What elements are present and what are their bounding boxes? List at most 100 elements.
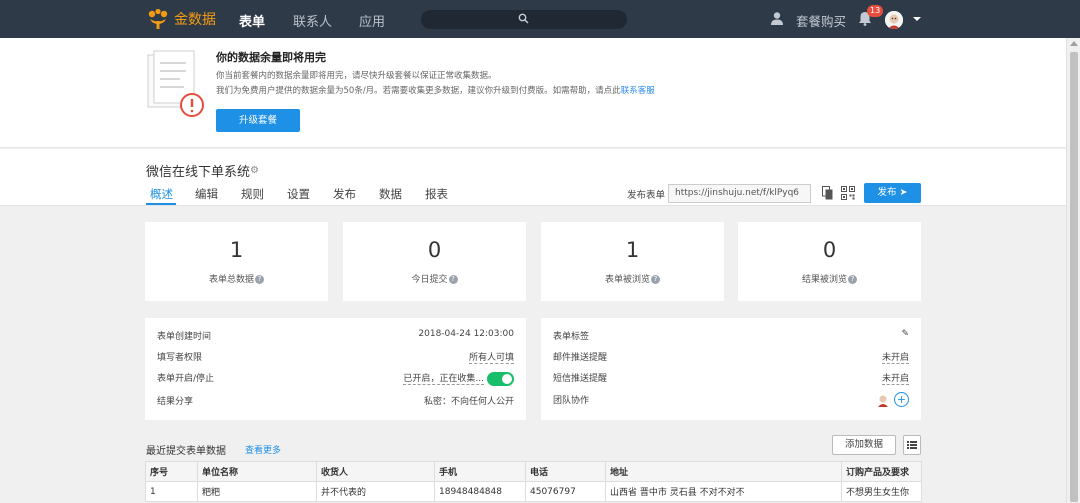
publish-url-field[interactable]: https://jinshuju.net/f/klPyq6 bbox=[668, 184, 811, 203]
nav-contacts[interactable]: 联系人 bbox=[293, 11, 332, 30]
info-key: 结果分享 bbox=[157, 397, 194, 407]
tab-rules[interactable]: 规则 bbox=[241, 186, 264, 202]
table-cell: 不想男生女生你 bbox=[841, 481, 922, 502]
scrollbar-thumb[interactable] bbox=[1070, 52, 1078, 502]
stat-card-form-views: 1 表单被浏览? bbox=[541, 222, 724, 301]
help-icon[interactable]: ? bbox=[255, 275, 264, 284]
copy-icon[interactable] bbox=[822, 186, 833, 200]
stat-value: 0 bbox=[822, 238, 837, 262]
info-row-created-time: 表单创建时间 2018-04-24 12:03:00 bbox=[157, 329, 514, 343]
search-input[interactable] bbox=[421, 10, 627, 29]
search-icon bbox=[518, 13, 529, 24]
top-nav: 金数据 表单 联系人 应用 套餐购买 13 bbox=[0, 0, 1080, 38]
active-tab-indicator bbox=[146, 203, 176, 205]
info-key: 表单标签 bbox=[553, 332, 590, 342]
table-cell: 18948484848 bbox=[434, 481, 526, 502]
logo-icon bbox=[148, 8, 168, 29]
info-key: 团队协作 bbox=[553, 396, 590, 406]
tab-edit[interactable]: 编辑 bbox=[195, 186, 218, 202]
form-settings-panel: 表单标签 ✎ 邮件推送提醒 未开启 短信推送提醒 未开启 团队协作 + bbox=[541, 318, 921, 420]
help-icon[interactable]: ? bbox=[448, 275, 458, 284]
table-cell: 并不代表的 bbox=[316, 481, 435, 502]
scroll-up-arrow-icon[interactable] bbox=[1070, 41, 1078, 46]
brand-logo[interactable]: 金数据 bbox=[146, 8, 216, 30]
contact-support-link[interactable]: 联系客服 bbox=[621, 86, 655, 96]
qr-code-icon[interactable] bbox=[841, 186, 855, 200]
info-row-result-share: 结果分享 私密：不向任何人公开 bbox=[157, 394, 514, 408]
column-header: 收货人 bbox=[316, 461, 435, 482]
column-settings-button[interactable] bbox=[903, 435, 921, 455]
stat-card-result-views: 0 结果被浏览? bbox=[738, 222, 921, 301]
column-header: 手机 bbox=[434, 461, 526, 482]
tab-overview[interactable]: 概述 bbox=[150, 186, 173, 202]
stat-label-row: 结果被浏览? bbox=[738, 272, 921, 285]
permission-link[interactable]: 所有人可填 bbox=[468, 350, 514, 364]
tab-reports[interactable]: 报表 bbox=[425, 186, 448, 202]
info-row-permission: 填写者权限 所有人可填 bbox=[157, 350, 514, 364]
table-cell: 粑粑 bbox=[197, 481, 317, 502]
stat-label-row: 今日提交? bbox=[343, 272, 526, 285]
publish-button[interactable]: 发布 ➤ bbox=[864, 183, 921, 203]
nav-apps[interactable]: 应用 bbox=[359, 11, 385, 30]
open-status: 已开启，正在收集... bbox=[403, 371, 514, 386]
vertical-scrollbar[interactable] bbox=[1066, 38, 1080, 503]
info-row-email-push: 邮件推送提醒 未开启 bbox=[553, 350, 909, 364]
info-key: 邮件推送提醒 bbox=[553, 353, 608, 363]
stat-value: 0 bbox=[427, 238, 442, 262]
publish-form-label: 发布表单 bbox=[627, 190, 666, 201]
info-key: 填写者权限 bbox=[157, 353, 203, 363]
recent-data-title: 最近提交表单数据 bbox=[146, 446, 226, 457]
info-key: 表单创建时间 bbox=[157, 332, 212, 342]
add-member-icon[interactable]: + bbox=[894, 392, 909, 407]
stat-card-today-submissions: 0 今日提交? bbox=[343, 222, 526, 301]
info-key: 短信推送提醒 bbox=[553, 374, 608, 384]
avatar-image-icon bbox=[885, 11, 903, 29]
avatar[interactable] bbox=[885, 11, 903, 29]
info-row-tags: 表单标签 ✎ bbox=[553, 329, 909, 343]
tab-publish[interactable]: 发布 bbox=[333, 186, 356, 202]
tab-data[interactable]: 数据 bbox=[379, 186, 402, 202]
email-push-status[interactable]: 未开启 bbox=[881, 350, 909, 364]
share-setting[interactable]: 私密：不向任何人公开 bbox=[424, 394, 514, 407]
info-key: 表单开启/停止 bbox=[157, 374, 215, 384]
pencil-icon[interactable]: ✎ bbox=[901, 329, 909, 339]
info-row-open-status: 表单开启/停止 已开启，正在收集... bbox=[157, 371, 514, 386]
open-status-text[interactable]: 已开启，正在收集... bbox=[403, 374, 484, 385]
gear-icon[interactable]: ⚙ bbox=[250, 165, 259, 176]
table-cell: 45076797 bbox=[525, 481, 606, 502]
view-more-link[interactable]: 查看更多 bbox=[245, 443, 281, 456]
notice-title: 你的数据余量即将用完 bbox=[216, 51, 326, 64]
help-icon[interactable]: ? bbox=[651, 275, 660, 284]
column-header: 订购产品及要求 bbox=[841, 461, 922, 482]
column-header: 地址 bbox=[605, 461, 842, 482]
column-header: 电话 bbox=[525, 461, 606, 482]
notice-line-1: 你当前套餐内的数据余量即将用完，请尽快升级套餐以保证正常收集数据。 bbox=[216, 71, 497, 81]
table-row[interactable]: 1 粑粑 并不代表的 18948484848 45076797 山西省 晋中市 … bbox=[145, 481, 922, 502]
stat-label-row: 表单总数据? bbox=[145, 272, 328, 285]
form-title: 微信在线下单系统 bbox=[146, 165, 251, 180]
notice-line-2-text: 我们为免费用户提供的数据余量为50条/月。若需要收集更多数据，建议你升级到付费版… bbox=[216, 86, 621, 96]
upgrade-plan-button[interactable]: 升级套餐 bbox=[216, 109, 300, 132]
nav-forms[interactable]: 表单 bbox=[239, 11, 265, 30]
table-header-row: 序号 单位名称 收货人 手机 电话 地址 订购产品及要求 bbox=[145, 461, 922, 482]
tab-settings[interactable]: 设置 bbox=[287, 186, 310, 202]
account-dropdown-caret-icon[interactable] bbox=[913, 17, 921, 21]
stat-value: 1 bbox=[625, 238, 640, 262]
team-members: + bbox=[876, 392, 909, 407]
add-data-button[interactable]: 添加数据 bbox=[832, 435, 896, 455]
notification-badge: 13 bbox=[867, 5, 884, 17]
brand-name: 金数据 bbox=[174, 12, 216, 28]
package-purchase-link[interactable]: 套餐购买 bbox=[796, 11, 846, 30]
publish-button-label: 发布 bbox=[877, 187, 897, 198]
form-open-toggle[interactable] bbox=[487, 371, 514, 386]
stat-label-row: 表单被浏览? bbox=[541, 272, 724, 285]
quota-notice: 你的数据余量即将用完 你当前套餐内的数据余量即将用完，请尽快升级套餐以保证正常收… bbox=[0, 38, 1080, 148]
column-header: 单位名称 bbox=[197, 461, 317, 482]
table-cell: 山西省 晋中市 灵石县 不对不对不 bbox=[605, 481, 842, 502]
sms-push-status[interactable]: 未开启 bbox=[881, 371, 909, 385]
help-icon[interactable]: ? bbox=[848, 275, 857, 284]
user-icon bbox=[771, 12, 783, 25]
document-warning-icon bbox=[147, 50, 204, 117]
table-cell: 1 bbox=[145, 481, 198, 502]
column-header: 序号 bbox=[145, 461, 198, 482]
